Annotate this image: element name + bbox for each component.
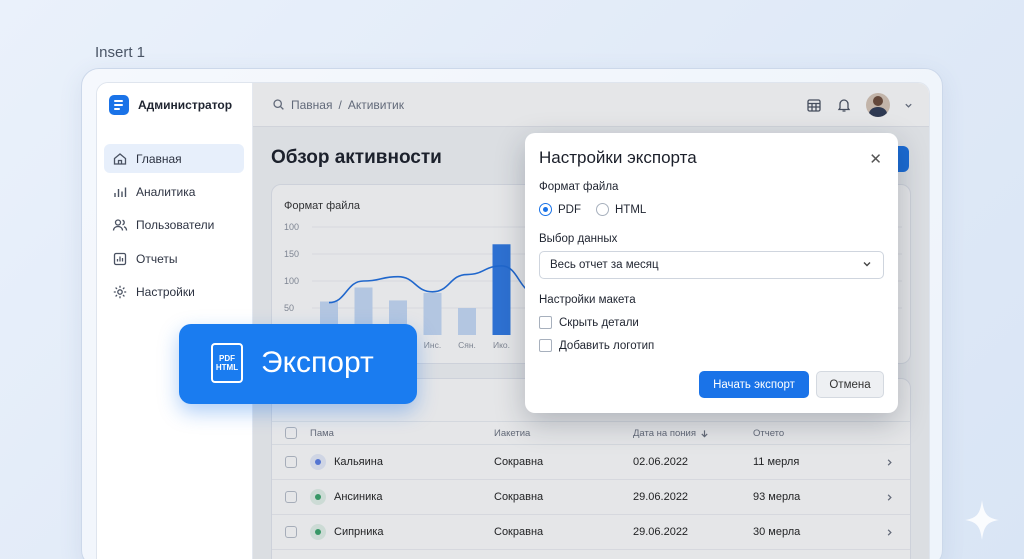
export-settings-dialog: Настройки экспорта ✕ Формат файла PDF HT… xyxy=(525,133,898,413)
dialog-title: Настройки экспорта xyxy=(539,148,697,167)
file-export-icon: PDF HTML xyxy=(211,343,243,383)
format-pdf-label: PDF xyxy=(558,203,581,216)
start-export-button[interactable]: Начать экспорт xyxy=(699,371,809,398)
chevron-down-icon xyxy=(863,262,871,267)
checkbox-icon xyxy=(539,316,552,329)
hide-details-label: Скрыть детали xyxy=(559,316,639,329)
gear-icon xyxy=(113,285,127,299)
brand[interactable]: Администратор xyxy=(109,95,232,115)
sparkle-icon xyxy=(965,500,999,540)
sidebar-item-reports[interactable]: Отчеты xyxy=(104,244,244,273)
app-name: Администратор xyxy=(138,98,233,112)
format-label: Формат файла xyxy=(539,181,619,193)
export-label: Экспорт xyxy=(261,346,374,379)
format-html-label: HTML xyxy=(615,203,647,216)
add-logo-label: Добавить логотип xyxy=(559,339,655,352)
insert-label: Insert 1 xyxy=(95,44,146,61)
home-icon xyxy=(113,152,127,165)
export-badge[interactable]: PDF HTML Экспорт xyxy=(179,324,417,404)
format-pdf-radio[interactable]: PDF xyxy=(539,203,581,216)
radio-unchecked-icon xyxy=(596,203,609,216)
radio-checked-icon xyxy=(539,203,552,216)
app-logo-icon xyxy=(109,95,129,115)
hide-details-checkbox[interactable]: Скрыть детали xyxy=(539,316,639,329)
sidebar-nav: Главная Аналитика Пользователи Отчеты На… xyxy=(104,144,244,311)
format-html-radio[interactable]: HTML xyxy=(596,203,646,216)
users-icon xyxy=(112,219,128,231)
add-logo-checkbox[interactable]: Добавить логотип xyxy=(539,339,654,352)
sidebar-item-label: Настройки xyxy=(136,285,195,300)
sidebar-item-home[interactable]: Главная xyxy=(104,144,244,173)
sidebar-item-label: Аналитика xyxy=(136,184,196,199)
sidebar-item-label: Пользователи xyxy=(136,218,215,233)
sidebar-item-label: Главная xyxy=(136,151,182,166)
sidebar: Администратор Главная Аналитика Пользова… xyxy=(97,83,253,559)
data-selection-dropdown[interactable]: Весь отчет за месяц xyxy=(539,251,884,279)
layout-settings-label: Настройки макета xyxy=(539,294,636,306)
close-icon[interactable]: ✕ xyxy=(869,150,882,168)
file-icon-line2: HTML xyxy=(215,363,239,372)
data-selection-label: Выбор данных xyxy=(539,233,618,245)
sidebar-item-analytics[interactable]: Аналитика xyxy=(104,177,244,206)
sidebar-item-users[interactable]: Пользователи xyxy=(104,211,244,240)
sidebar-item-label: Отчеты xyxy=(136,251,178,266)
report-icon xyxy=(113,252,127,265)
bar-chart-icon xyxy=(114,187,127,197)
sidebar-item-settings[interactable]: Настройки xyxy=(104,278,244,307)
file-icon-line1: PDF xyxy=(219,354,235,363)
data-selection-value: Весь отчет за месяц xyxy=(550,259,659,271)
checkbox-icon xyxy=(539,339,552,352)
cancel-button[interactable]: Отмена xyxy=(816,371,884,398)
